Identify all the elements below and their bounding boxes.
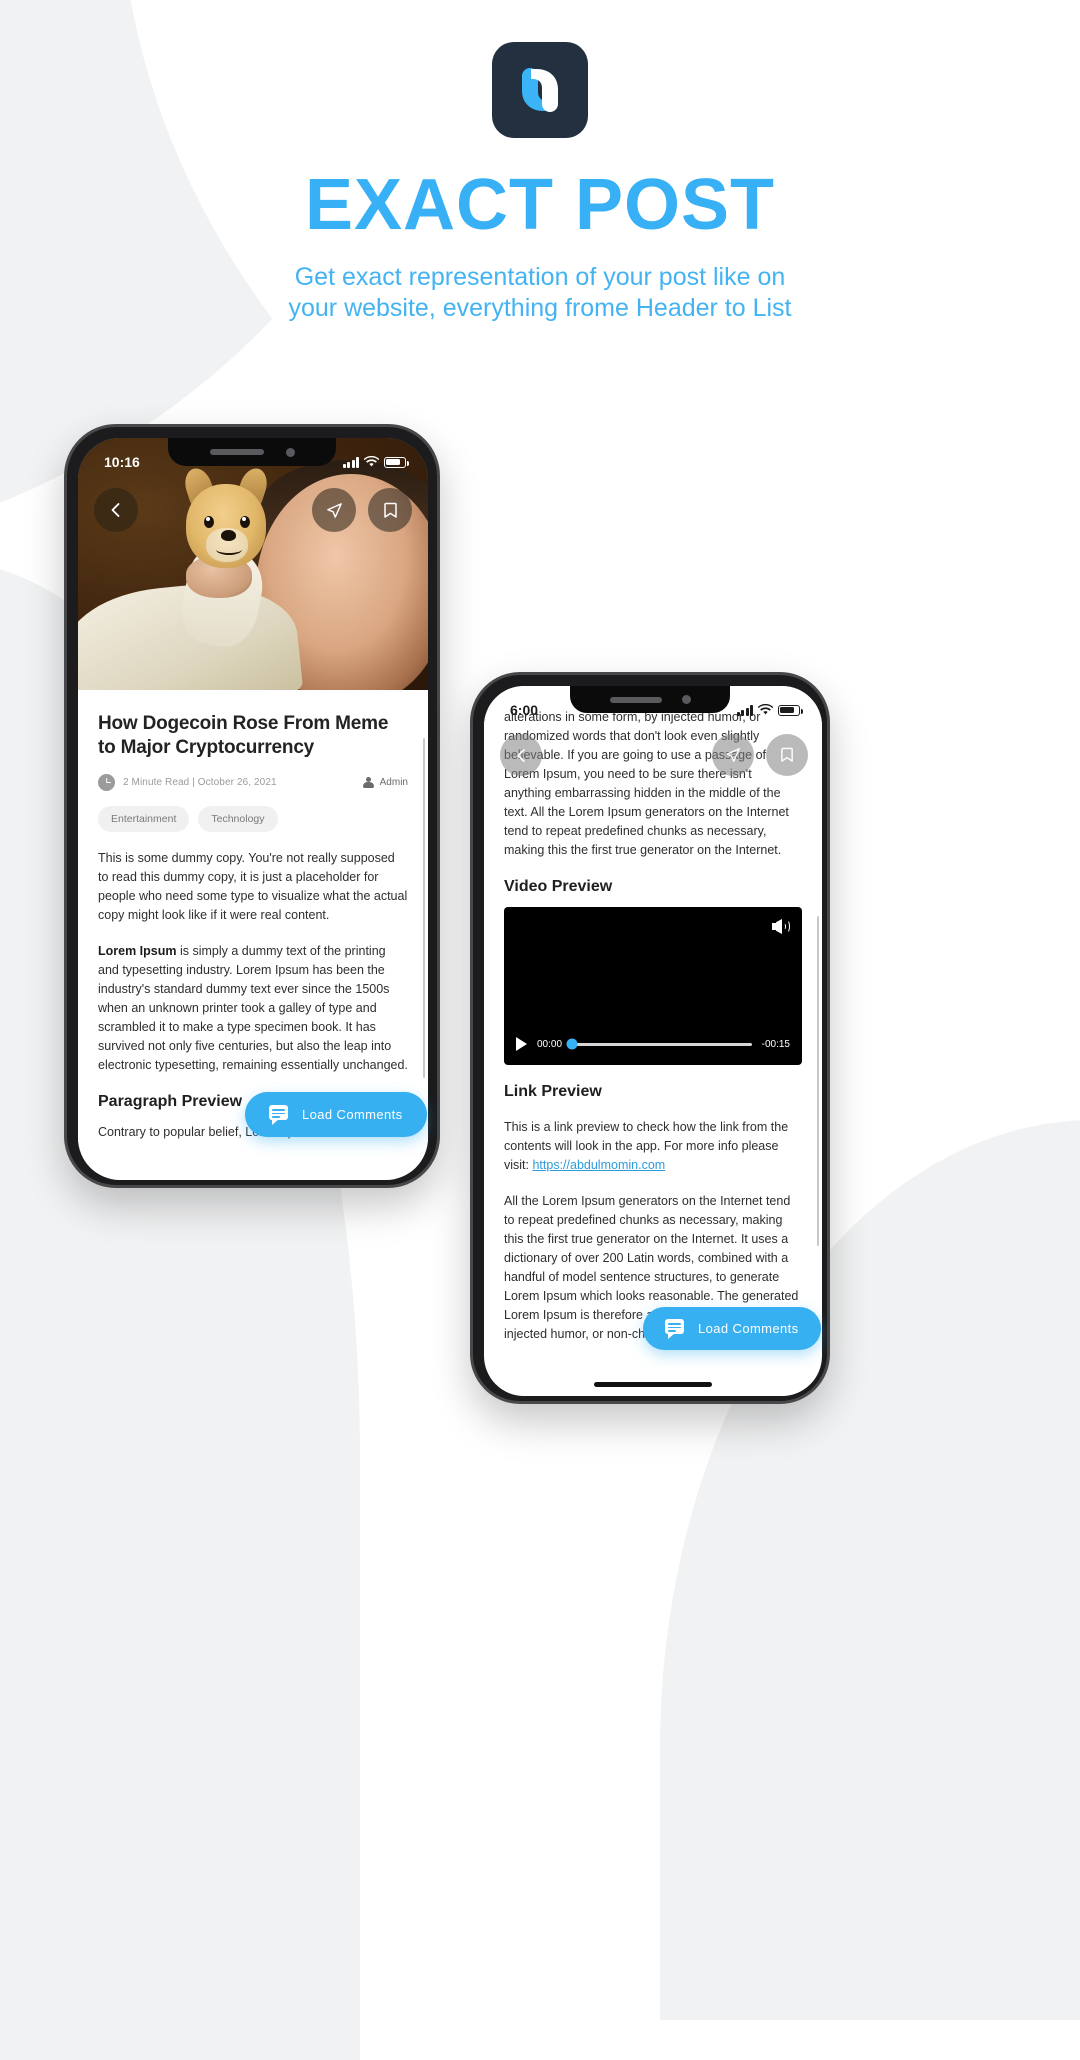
- link-preview-heading: Link Preview: [504, 1083, 602, 1100]
- doge-dog-illustration: [178, 464, 274, 578]
- article-content: How Dogecoin Rose From Meme to Major Cry…: [78, 690, 428, 1142]
- phone2-front-camera: [681, 695, 691, 704]
- article-author: Admin: [379, 776, 408, 788]
- phone1-power-button[interactable]: [439, 651, 440, 731]
- phone-mockup-primary: 10:16 How Dogecoin Rose From Meme to Maj…: [64, 424, 440, 1188]
- bookmark-button-secondary[interactable]: [766, 734, 808, 776]
- tag-chip[interactable]: Entertainment: [98, 805, 190, 832]
- back-button[interactable]: [94, 488, 138, 532]
- phone1-mute-button[interactable]: [64, 577, 65, 605]
- video-player[interactable]: 00:00 -00:15: [504, 907, 802, 1065]
- article-paragraph-top: alterations in some form, by injected hu…: [504, 710, 789, 857]
- article-paragraph-2: Lorem Ipsum is simply a dummy text of th…: [98, 942, 408, 1075]
- video-current-time: 00:00: [537, 1038, 563, 1050]
- bookmark-button[interactable]: [368, 488, 412, 532]
- volume-icon[interactable]: [772, 919, 790, 934]
- send-icon: [326, 502, 342, 518]
- article-meta-left: 2 Minute Read | October 26, 2021: [98, 773, 277, 791]
- phone2-home-indicator: [594, 1382, 712, 1387]
- article-read-meta: 2 Minute Read | October 26, 2021: [123, 776, 277, 788]
- load-comments-button[interactable]: Load Comments: [245, 1092, 427, 1137]
- preview-link[interactable]: https://abdulmomin.com: [532, 1158, 665, 1172]
- doge-nose: [221, 530, 236, 541]
- back-button-secondary[interactable]: [500, 734, 542, 776]
- article-content-secondary: alterations in some form, by injected hu…: [484, 686, 822, 1344]
- bookmark-icon: [383, 502, 397, 518]
- chevron-left-icon: [516, 748, 525, 762]
- chat-bubble-icon: [269, 1105, 291, 1124]
- article-paragraph-2-bold: Lorem Ipsum: [98, 943, 177, 958]
- load-comments-label: Load Comments: [698, 1321, 799, 1336]
- phone1-scrollbar[interactable]: [422, 738, 425, 1078]
- video-remaining-time: -00:15: [761, 1038, 790, 1050]
- load-comments-button-secondary[interactable]: Load Comments: [643, 1307, 821, 1350]
- phone1-volume-down-button[interactable]: [64, 693, 65, 745]
- phone1-earpiece: [209, 449, 264, 455]
- page-subtitle-line-2: your website, everything frome Header to…: [288, 293, 792, 322]
- send-icon: [726, 748, 740, 762]
- phone2-power-button[interactable]: [829, 891, 830, 967]
- phone2-mute-button[interactable]: [470, 820, 471, 846]
- clock-icon: [98, 773, 115, 791]
- link-preview-paragraph: This is a link preview to check how the …: [504, 1118, 802, 1175]
- play-icon[interactable]: [516, 1037, 527, 1051]
- app-logo-wrapper: [0, 42, 1080, 138]
- video-progress-knob[interactable]: [566, 1038, 578, 1050]
- page-subtitle: Get exact representation of your post li…: [0, 262, 1080, 323]
- phone1-volume-up-button[interactable]: [64, 627, 65, 679]
- load-comments-label: Load Comments: [302, 1107, 403, 1122]
- doge-mouth: [216, 544, 242, 555]
- article-hero-image: [78, 438, 428, 690]
- chat-bubble-icon: [665, 1319, 687, 1338]
- phone2-screen: alterations in some form, by injected hu…: [484, 686, 822, 1396]
- phone-mockup-secondary: alterations in some form, by injected hu…: [470, 672, 830, 1404]
- article-author-block[interactable]: Admin: [363, 776, 408, 788]
- share-button[interactable]: [312, 488, 356, 532]
- promo-page: EXACT POST Get exact representation of y…: [0, 0, 1080, 1920]
- phone2-notch: [570, 686, 730, 713]
- video-preview-heading: Video Preview: [504, 878, 613, 895]
- article-title: How Dogecoin Rose From Meme to Major Cry…: [98, 713, 389, 759]
- article-paragraph-1: This is some dummy copy. You're not real…: [98, 850, 408, 922]
- phone2-volume-down-button[interactable]: [470, 931, 471, 981]
- phone2-scrollbar[interactable]: [816, 916, 819, 1246]
- share-button-secondary[interactable]: [712, 734, 754, 776]
- page-title: EXACT POST: [304, 165, 776, 245]
- article-paragraph-2-rest: is simply a dummy text of the printing a…: [98, 943, 408, 1072]
- tag-chip[interactable]: Technology: [198, 805, 278, 832]
- phone2-volume-up-button[interactable]: [470, 867, 471, 917]
- video-progress-track[interactable]: [566, 1038, 752, 1050]
- article-tag-list: Entertainment Technology: [98, 805, 408, 832]
- phone1-front-camera: [285, 447, 295, 457]
- doge-eye-right: [240, 516, 250, 528]
- doge-eye-left: [204, 516, 214, 528]
- phone1-screen: 10:16 How Dogecoin Rose From Meme to Maj…: [78, 438, 428, 1180]
- phone2-earpiece: [609, 696, 662, 703]
- page-subtitle-line-1: Get exact representation of your post li…: [294, 263, 786, 291]
- article-meta-row: 2 Minute Read | October 26, 2021 Admin: [98, 773, 408, 791]
- bookmark-icon: [781, 747, 793, 762]
- person-icon: [363, 776, 375, 788]
- phone1-notch: [168, 438, 336, 466]
- app-logo: [492, 42, 588, 138]
- chevron-left-icon: [111, 503, 120, 517]
- app-logo-h-mark-icon: [522, 68, 558, 112]
- video-controls: 00:00 -00:15: [504, 1037, 802, 1051]
